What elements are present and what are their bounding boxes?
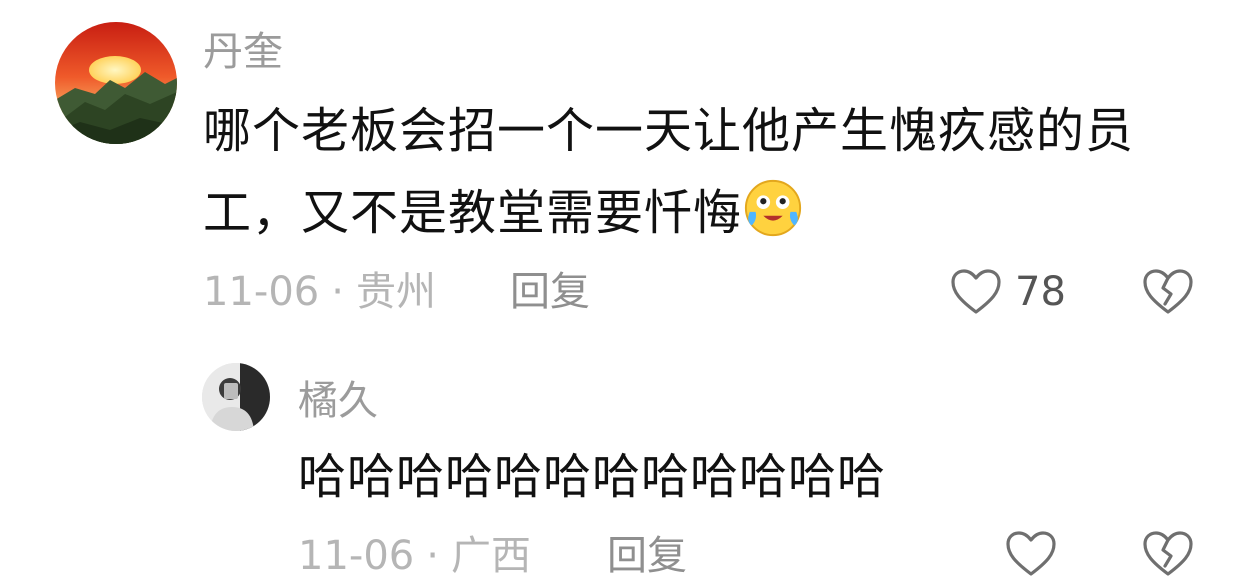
broken-heart-dislike-icon[interactable] [1142,268,1194,316]
reply-location: 广西 [450,533,531,579]
reply-date: 11-06 [298,533,415,579]
reply-avatar[interactable] [202,363,270,431]
reply-button[interactable]: 回复 [510,268,590,316]
meta-separator: · [331,269,344,315]
comment-text-block: 哪个老板会招一个一天让他产生愧疚感的员工，又不是教堂需要忏悔 [203,90,1183,254]
crying-laughing-emoji-icon [744,179,802,237]
comment-location: 贵州 [355,269,436,315]
avatar[interactable] [55,22,177,144]
reply-author[interactable]: 橘久 [298,377,378,425]
meta-separator: · [426,533,439,579]
comment-meta: 11-06 · 贵州 [203,268,436,316]
like-count: 78 [1015,269,1066,315]
reply-meta: 11-06 · 广西 [298,532,531,580]
reply-text: 哈哈哈哈哈哈哈哈哈哈哈哈 [298,449,887,505]
comment-date: 11-06 [203,269,320,315]
broken-heart-dislike-icon[interactable] [1142,530,1194,578]
reply-reply-button[interactable]: 回复 [607,532,687,580]
heart-like-icon[interactable] [950,268,1002,316]
comment-text: 哪个老板会招一个一天让他产生愧疚感的员工，又不是教堂需要忏悔 [203,103,1135,241]
sunset-mountain-avatar-image [55,22,177,144]
heart-like-icon[interactable] [1005,530,1057,578]
person-avatar-image [202,363,270,431]
comment-author[interactable]: 丹奎 [203,28,283,76]
